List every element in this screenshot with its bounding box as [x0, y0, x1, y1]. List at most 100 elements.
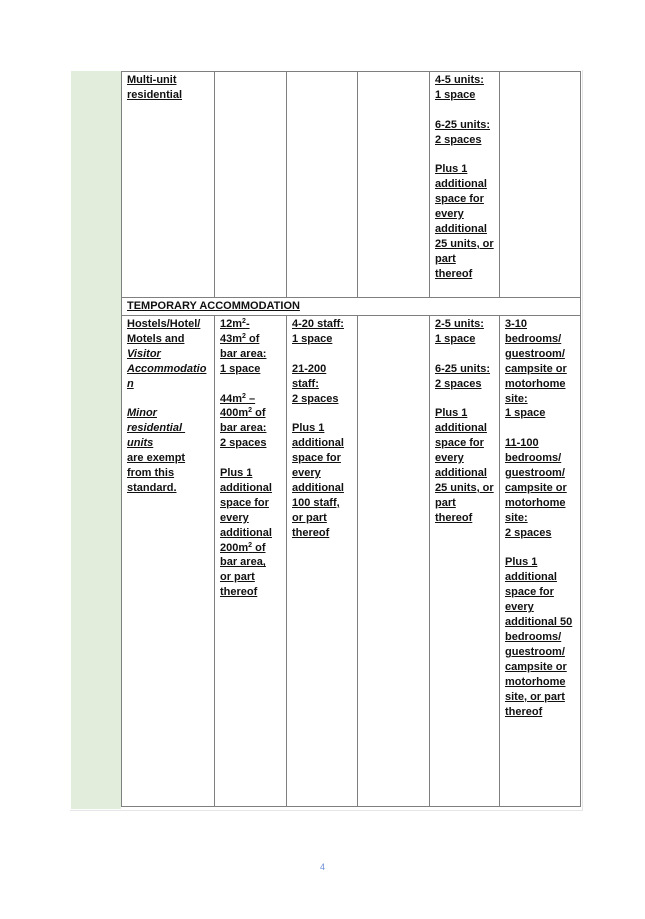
cell-text-line: additional — [435, 467, 487, 480]
cell-text-line: additional — [435, 223, 487, 236]
cell-text-line: Minor — [127, 407, 157, 420]
cell-text-line: motorhome — [505, 377, 566, 390]
cell-text-line: additional — [505, 571, 557, 584]
cell-units: 2-5 units: 1 space 6-25 units: 2 spaces Plus… — [429, 315, 500, 807]
cell-text-line: residential — [127, 88, 183, 101]
cell-text-line: additional — [220, 526, 272, 539]
cell-text-line: 21-200 — [292, 362, 327, 375]
superscript: 2 — [242, 332, 246, 340]
parking-standards-table: Multi-unit residential 4-5 units: 1 space 6… — [121, 71, 581, 807]
cell-text-line: 1 space — [220, 362, 261, 375]
cell-text-line: 2 spaces — [505, 526, 552, 539]
cell-text-line: residential units — [127, 422, 186, 450]
cell-text-line: bar area: — [220, 422, 267, 435]
cell-text-line: campsite or — [505, 660, 567, 673]
cell-activity: Hostels/Hotel/Motels and Visitor Accommoda… — [121, 315, 215, 807]
cell-text-line: 2 spaces — [292, 392, 339, 405]
cell-text-line: thereof — [505, 705, 543, 718]
cell-bedrooms: 3-10 bedrooms/guestroom/campsite or motorh… — [499, 315, 581, 807]
cell-text-line: from this — [127, 467, 175, 480]
cell-bedrooms — [499, 71, 581, 298]
table-row-hostels-hotels: Hostels/Hotel/Motels and Visitor Accommoda… — [121, 315, 581, 807]
cell-empty — [357, 315, 430, 807]
cell-empty — [357, 71, 430, 298]
cell-text-line: space for — [435, 193, 484, 206]
cell-text-line: Plus 1 — [435, 163, 468, 176]
cell-text-line: guestroom/ — [505, 645, 565, 658]
cell-text-line: thereof — [292, 526, 330, 539]
cell-text-line: additional — [435, 422, 487, 435]
cell-text-line: 43m2 of — [220, 332, 260, 345]
cell-text-line: every — [220, 511, 249, 524]
cell-text-line: 200m2 of — [220, 541, 266, 554]
cell-text-line: every — [292, 467, 321, 480]
cell-text-line: guestroom/ — [505, 467, 565, 480]
cell-text-line: every — [435, 208, 464, 221]
cell-text-line: guestroom/ — [505, 347, 565, 360]
cell-text-line: 6-25 units: — [435, 362, 491, 375]
shaded-margin-column — [71, 71, 121, 809]
cell-text-line: 1 space — [292, 332, 333, 345]
cell-text-line: bedrooms/ — [505, 332, 562, 345]
cell-text-line: Plus 1 — [505, 556, 538, 569]
cell-text-line: every — [505, 601, 534, 614]
cell-text-line: 4-20 staff: — [292, 318, 344, 330]
superscript: 2 — [248, 407, 253, 415]
superscript: 2 — [242, 392, 246, 400]
cell-text-line: part — [435, 496, 456, 509]
cell-text-line: or part — [292, 511, 327, 524]
cell-text-line: 4-5 units: — [435, 74, 484, 86]
cell-text-line: thereof — [435, 267, 473, 280]
cell-text-line: Accommodatio — [127, 362, 207, 375]
cell-text-line: thereof — [435, 511, 473, 524]
cell-text-line: space for — [505, 586, 554, 599]
cell-activity: Multi-unit residential — [121, 71, 215, 298]
page-number: 4 — [319, 862, 325, 872]
cell-text-line: thereof — [220, 586, 258, 599]
cell-text-line: site: — [505, 511, 528, 524]
cell-text-line: 400m2 of — [220, 407, 266, 420]
cell-text-line: 2-5 units: — [435, 318, 484, 330]
cell-text-line: Plus 1 — [220, 467, 253, 480]
cell-text-line: motorhome — [505, 496, 566, 509]
cell-text-line: 2 spaces — [220, 437, 267, 450]
cell-text-line: bedrooms/ — [505, 452, 562, 465]
cell-text-line: 44m2 – — [220, 392, 256, 405]
cell-text-line: 25 units, or — [435, 237, 494, 250]
cell-text-line: 25 units, or — [435, 481, 494, 494]
cell-text-line: staff: — [292, 377, 319, 390]
cell-text-line: bar area: — [220, 347, 267, 360]
cell-text-line: or part — [220, 571, 255, 584]
superscript: 2 — [242, 318, 246, 325]
cell-text-line: campsite or — [505, 362, 567, 375]
table-section-heading-row: TEMPORARY ACCOMMODATION — [121, 297, 581, 316]
cell-text-line: Motels and — [127, 332, 185, 345]
table-row-multi-unit-residential: Multi-unit residential 4-5 units: 1 space 6… — [121, 71, 581, 298]
section-heading-label: TEMPORARY ACCOMMODATION — [127, 300, 300, 312]
cell-text-line: 2 spaces — [435, 133, 482, 146]
cell-text-line: 3-10 — [505, 318, 528, 330]
cell-text-line: 1 space — [435, 88, 476, 101]
cell-text-line: space for — [435, 437, 484, 450]
section-heading: TEMPORARY ACCOMMODATION — [121, 297, 581, 316]
cell-bar-area: 12m2- 43m2 of bar area: 1 space 44m2 – 400m2 … — [214, 315, 287, 807]
cell-text-line: additional — [292, 437, 344, 450]
cell-text-line: every — [435, 452, 464, 465]
cell-staff: 4-20 staff: 1 space 21-200 staff: 2 spaces Pl… — [286, 315, 358, 807]
cell-text-line: site: — [505, 392, 528, 405]
cell-text-line: 12m2- — [220, 318, 250, 330]
cell-text-line: space for — [220, 496, 269, 509]
cell-text-line: 1 space — [435, 332, 476, 345]
cell-text-line: 1 space — [505, 407, 546, 420]
cell-text-line: 2 spaces — [435, 377, 482, 390]
